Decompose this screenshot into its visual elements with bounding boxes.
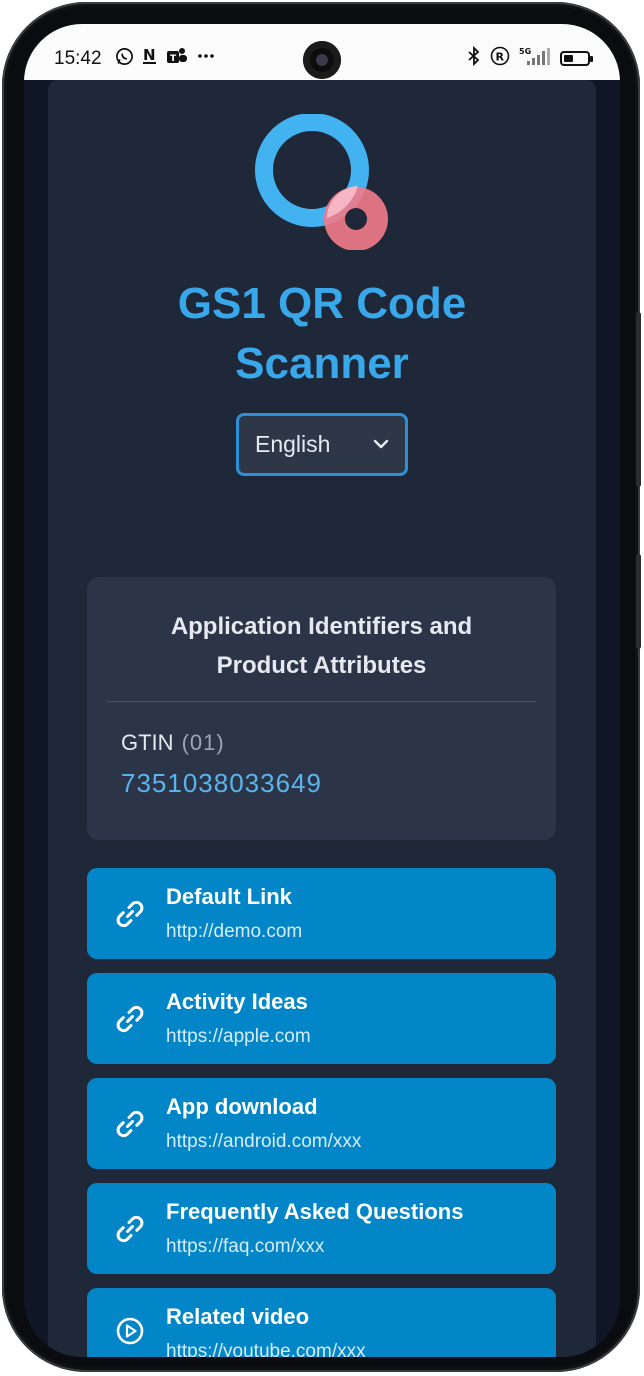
front-camera xyxy=(303,41,341,79)
n-notification-icon: N xyxy=(142,46,158,71)
5g-signal-icon: 5G xyxy=(519,46,551,71)
link-icon xyxy=(116,1005,144,1033)
bluetooth-icon xyxy=(467,45,481,71)
link-url: https://youtube.com/xxx xyxy=(166,1341,366,1357)
link-title: Default Link xyxy=(166,884,292,909)
ai-name: GTIN xyxy=(121,730,174,755)
title-line-1: GS1 QR Code xyxy=(177,279,467,328)
link-icon xyxy=(116,1215,144,1243)
r-icon: R xyxy=(490,46,510,71)
application-identifiers-card: Application Identifiers and Product Attr… xyxy=(87,577,556,840)
link-title: App download xyxy=(166,1094,318,1119)
card-heading-line-1: Application Identifiers and xyxy=(170,613,473,640)
play-circle-icon xyxy=(116,1317,144,1345)
app-page: GS1 QR Code Scanner English Application … xyxy=(48,80,596,1357)
link-url: https://apple.com xyxy=(166,1026,311,1047)
link-button-faq[interactable]: Frequently Asked Questions https://faq.c… xyxy=(87,1183,556,1274)
link-title: Related video xyxy=(166,1304,310,1329)
status-left-icons: N T xyxy=(115,46,216,71)
phone-frame: 15:42 N T R 5G GS1 QR Code Scanner Engli… xyxy=(2,2,641,1372)
card-heading-line-2: Product Attributes xyxy=(216,652,427,679)
whatsapp-icon xyxy=(115,47,134,71)
link-title: Frequently Asked Questions xyxy=(166,1199,464,1224)
page-title: GS1 QR Code Scanner xyxy=(48,274,596,394)
svg-text:T: T xyxy=(170,54,177,64)
card-divider xyxy=(107,701,536,702)
status-right-icons: R 5G xyxy=(467,45,593,71)
svg-text:R: R xyxy=(496,51,505,64)
teams-icon: T xyxy=(166,46,188,71)
link-url: http://demo.com xyxy=(166,921,303,942)
language-selected-value: English xyxy=(255,431,331,457)
chevron-down-icon xyxy=(373,439,389,449)
link-url: https://faq.com/xxx xyxy=(166,1236,325,1257)
ai-code: (01) xyxy=(181,730,225,755)
link-button-app-download[interactable]: App download https://android.com/xxx xyxy=(87,1078,556,1169)
gtin-label: GTIN (01) xyxy=(121,730,225,756)
link-icon xyxy=(116,1110,144,1138)
svg-text:N: N xyxy=(143,46,156,64)
link-icon xyxy=(116,900,144,928)
status-bar: 15:42 N T R 5G xyxy=(24,24,620,80)
battery-icon xyxy=(560,51,593,66)
volume-button xyxy=(636,312,641,487)
gtin-value: 7351038033649 xyxy=(121,768,322,798)
link-title: Activity Ideas xyxy=(166,989,308,1014)
title-line-2: Scanner xyxy=(235,339,409,388)
card-heading: Application Identifiers and Product Attr… xyxy=(87,607,556,685)
svg-text:5G: 5G xyxy=(519,47,531,56)
link-button-related-video[interactable]: Related video https://youtube.com/xxx xyxy=(87,1288,556,1357)
more-dots-icon xyxy=(196,46,216,71)
app-logo xyxy=(255,114,388,250)
screen: 15:42 N T R 5G GS1 QR Code Scanner Engli… xyxy=(24,24,620,1357)
link-button-default[interactable]: Default Link http://demo.com xyxy=(87,868,556,959)
link-button-activity-ideas[interactable]: Activity Ideas https://apple.com xyxy=(87,973,556,1064)
link-url: https://android.com/xxx xyxy=(166,1131,362,1152)
status-time: 15:42 xyxy=(54,48,102,69)
language-select[interactable]: English xyxy=(236,413,408,476)
power-button xyxy=(636,554,641,649)
